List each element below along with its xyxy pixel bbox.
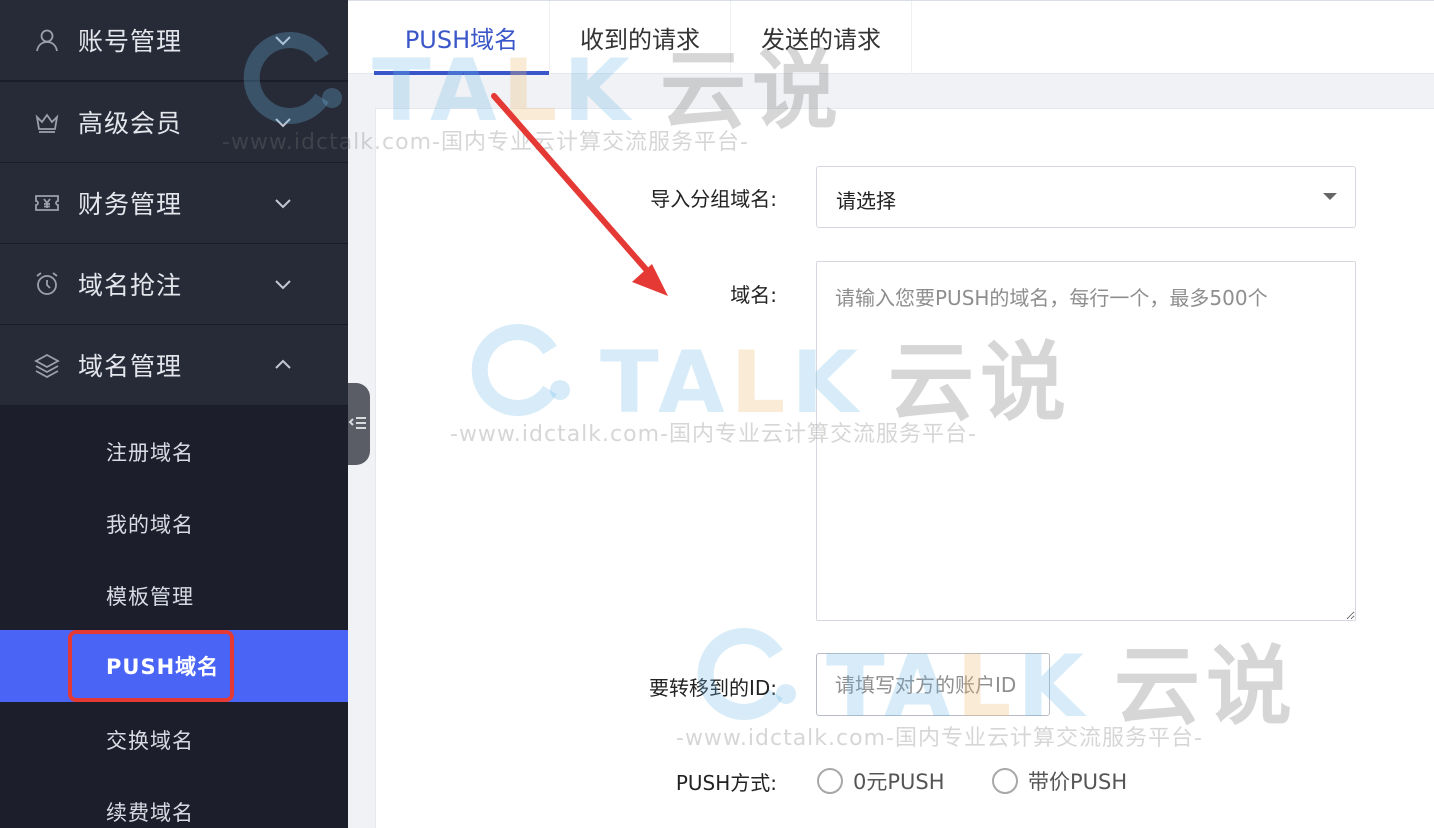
domain-label: 域名: — [730, 283, 777, 307]
domain-textarea[interactable] — [816, 261, 1356, 621]
sidebar-group-label: 高级会员 — [78, 109, 183, 138]
radio-free-push[interactable]: 0元PUSH — [817, 766, 945, 796]
sidebar-group-label: 域名管理 — [78, 352, 183, 381]
chevron-down-icon — [275, 118, 291, 128]
menu-fold-icon — [348, 417, 366, 429]
sidebar-item-label: 交换域名 — [106, 729, 194, 753]
import-group-label: 导入分组域名: — [650, 187, 777, 211]
tab-sent-requests[interactable]: 发送的请求 — [731, 1, 912, 74]
chevron-up-icon — [275, 359, 291, 369]
chevron-down-icon — [275, 280, 291, 290]
radio-circle[interactable] — [817, 768, 843, 794]
sidebar-group-domain-management[interactable]: 域名管理 — [0, 325, 348, 406]
sidebar-group-label: 域名抢注 — [78, 271, 183, 300]
sidebar-item-label: PUSH域名 — [106, 655, 220, 679]
sidebar-item-exchange-domain[interactable]: 交换域名 — [0, 704, 348, 776]
sidebar-group-label: 财务管理 — [78, 190, 183, 219]
sidebar-group-label: 账号管理 — [78, 27, 183, 56]
radio-label: 带价PUSH — [1028, 770, 1128, 794]
tab-push-domain[interactable]: PUSH域名 — [374, 1, 550, 75]
user-icon — [36, 29, 58, 52]
crown-icon — [35, 113, 59, 133]
sidebar-item-my-domains[interactable]: 我的域名 — [0, 488, 348, 560]
chevron-down-icon — [275, 36, 291, 46]
yen-ticket-icon — [35, 195, 59, 211]
sidebar-group-account[interactable]: 账号管理 — [0, 0, 348, 81]
sidebar-item-register-domain[interactable]: 注册域名 — [0, 416, 348, 488]
sidebar-collapse-handle[interactable] — [348, 383, 370, 465]
caret-down-icon — [1323, 193, 1337, 200]
sidebar-item-label: 我的域名 — [106, 513, 194, 537]
target-id-input[interactable] — [816, 653, 1050, 716]
layers-icon — [34, 353, 60, 378]
sidebar-item-label: 续费域名 — [106, 801, 194, 825]
sidebar-item-label: 注册域名 — [106, 441, 194, 465]
chevron-down-icon — [275, 199, 291, 209]
tab-received-requests[interactable]: 收到的请求 — [550, 1, 731, 74]
sidebar-group-premium[interactable]: 高级会员 — [0, 82, 348, 163]
push-method-label: PUSH方式: — [675, 771, 777, 795]
radio-circle[interactable] — [992, 768, 1018, 794]
sidebar-item-template-management[interactable]: 模板管理 — [0, 560, 348, 632]
sidebar-group-finance[interactable]: 财务管理 — [0, 163, 348, 244]
radio-priced-push[interactable]: 带价PUSH — [992, 766, 1127, 796]
target-id-label: 要转移到的ID: — [648, 676, 777, 700]
tab-bar: PUSH域名 收到的请求 发送的请求 — [348, 0, 1434, 75]
sidebar-group-backorder[interactable]: 域名抢注 — [0, 244, 348, 325]
alarm-clock-icon — [36, 272, 58, 295]
sidebar-item-renew-domain[interactable]: 续费域名 — [0, 776, 348, 828]
sidebar-item-push-domain[interactable]: PUSH域名 — [0, 630, 348, 702]
import-group-selected-value: 请选择 — [836, 189, 896, 213]
import-group-select[interactable]: 请选择 — [816, 166, 1356, 228]
sidebar-item-label: 模板管理 — [106, 585, 194, 609]
sidebar: 账号管理 高级会员 财务管理 域名抢注 域名管理 注册域名 我的域名 模板管理 … — [0, 0, 348, 828]
radio-label: 0元PUSH — [853, 770, 945, 794]
